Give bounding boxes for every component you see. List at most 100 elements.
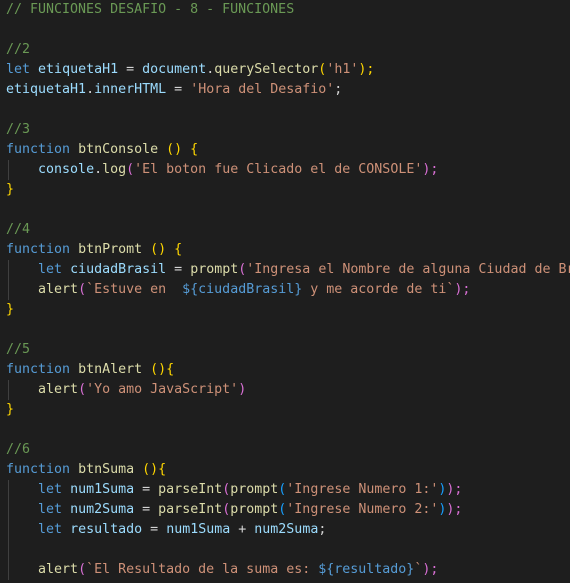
code-line-26[interactable]: let num2Suma = parseInt(prompt('Ingrese …: [0, 500, 570, 520]
code-line-24[interactable]: function btnSuma (){: [0, 460, 570, 480]
operator-assign: =: [142, 482, 151, 497]
indent-guide: [8, 260, 9, 280]
indent-guide: [8, 280, 9, 300]
code-line-29[interactable]: alert(`El Resultado de la suma es: ${res…: [0, 560, 570, 580]
code-line-10[interactable]: }: [0, 180, 570, 200]
operator-assign: =: [174, 82, 183, 97]
paren-open: (: [78, 382, 87, 397]
code-line-23[interactable]: //6: [0, 440, 570, 460]
code-line-27[interactable]: let resultado = num1Suma + num2Suma;: [0, 520, 570, 540]
code-editor-pane[interactable]: // FUNCIONES DESAFIO - 8 - FUNCIONES //2…: [0, 0, 570, 583]
section-marker-3: //3: [6, 122, 31, 137]
function-alert: alert: [38, 382, 79, 397]
keyword-function: function: [6, 242, 71, 257]
code-line-12[interactable]: //4: [0, 220, 570, 240]
paren-pair-brace: (){: [150, 362, 175, 377]
function-name-btnPromt: btnPromt: [78, 242, 143, 257]
function-name-btnAlert: btnAlert: [78, 362, 143, 377]
brace-close: }: [6, 182, 15, 197]
code-line-19[interactable]: function btnAlert (){: [0, 360, 570, 380]
keyword-let: let: [38, 482, 63, 497]
identifier-num1Suma: num1Suma: [70, 482, 135, 497]
code-line-28[interactable]: [0, 540, 570, 560]
indent-guide: [8, 540, 9, 560]
string-hora-desafio: 'Hora del Desafio': [190, 82, 335, 97]
indent-guide: [8, 160, 9, 180]
paren-close-semi: );: [358, 62, 375, 77]
semicolon: ;: [334, 82, 343, 97]
identifier-ciudadBrasil: ciudadBrasil: [70, 262, 167, 277]
operator-assign: =: [174, 262, 183, 277]
keyword-let: let: [38, 262, 63, 277]
method-querySelector: querySelector: [214, 62, 319, 77]
function-name-btnConsole: btnConsole: [78, 142, 159, 157]
method-log: log: [102, 162, 127, 177]
paren-open: (: [78, 562, 87, 577]
code-line-5[interactable]: etiquetaH1.innerHTML = 'Hora del Desafio…: [0, 80, 570, 100]
code-line-16[interactable]: }: [0, 300, 570, 320]
identifier-num1Suma: num1Suma: [166, 522, 231, 537]
code-line-21[interactable]: }: [0, 400, 570, 420]
identifier-num2Suma: num2Suma: [70, 502, 135, 517]
string-numero-1: 'Ingrese Numero 1:': [286, 482, 439, 497]
operator-assign: =: [150, 522, 159, 537]
indent-guide: [8, 500, 9, 520]
paren-close-semi: );: [446, 502, 463, 517]
code-content[interactable]: // FUNCIONES DESAFIO - 8 - FUNCIONES //2…: [0, 0, 570, 583]
code-line-7[interactable]: //3: [0, 120, 570, 140]
code-line-15[interactable]: alert(`Estuve en ${ciudadBrasil} y me ac…: [0, 280, 570, 300]
function-prompt: prompt: [230, 502, 279, 517]
string-console-msg: 'El boton fue Clicado el de CONSOLE': [134, 162, 423, 177]
paren-open: (: [126, 162, 135, 177]
code-line-22[interactable]: [0, 420, 570, 440]
paren-close-semi: );: [422, 162, 439, 177]
string-numero-2: 'Ingrese Numero 2:': [286, 502, 439, 517]
code-line-2[interactable]: [0, 20, 570, 40]
keyword-function: function: [6, 142, 71, 157]
code-line-11[interactable]: [0, 200, 570, 220]
keyword-let: let: [6, 62, 31, 77]
function-parseInt: parseInt: [158, 502, 223, 517]
keyword-let: let: [38, 502, 63, 517]
keyword-let: let: [38, 522, 63, 537]
code-line-6[interactable]: [0, 100, 570, 120]
section-marker-4: //4: [6, 222, 31, 237]
code-line-3[interactable]: //2: [0, 40, 570, 60]
code-line-4[interactable]: let etiquetaH1 = document.querySelector(…: [0, 60, 570, 80]
code-line-20[interactable]: alert('Yo amo JavaScript'): [0, 380, 570, 400]
code-line-9[interactable]: console.log('El boton fue Clicado el de …: [0, 160, 570, 180]
code-line-18[interactable]: //5: [0, 340, 570, 360]
operator-assign: =: [126, 62, 135, 77]
keyword-function: function: [6, 462, 71, 477]
identifier-console: console: [38, 162, 95, 177]
indent-guide: [8, 520, 9, 540]
code-line-17[interactable]: [0, 320, 570, 340]
indent-guide: [8, 380, 9, 400]
function-prompt: prompt: [230, 482, 279, 497]
code-line-25[interactable]: let num1Suma = parseInt(prompt('Ingrese …: [0, 480, 570, 500]
code-line-8[interactable]: function btnConsole () {: [0, 140, 570, 160]
string-h1: 'h1': [326, 62, 359, 77]
code-line-14[interactable]: let ciudadBrasil = prompt('Ingresa el No…: [0, 260, 570, 280]
function-prompt: prompt: [190, 262, 239, 277]
code-line-1[interactable]: // FUNCIONES DESAFIO - 8 - FUNCIONES: [0, 0, 570, 20]
code-line-13[interactable]: function btnPromt () {: [0, 240, 570, 260]
